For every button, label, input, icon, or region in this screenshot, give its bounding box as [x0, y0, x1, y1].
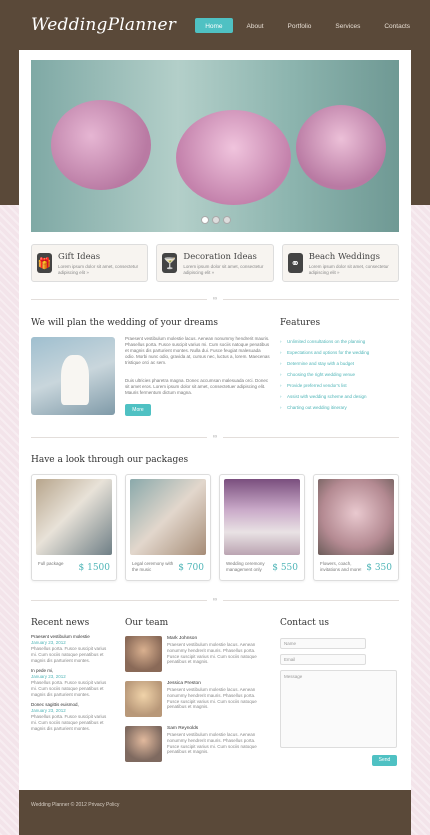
divider-ornament-icon: ∞: [207, 296, 223, 302]
package-photo: [224, 479, 300, 555]
name-field[interactable]: Name: [280, 638, 366, 649]
team-member: Mark Johnson Praesent vestibulum molesti…: [125, 636, 267, 681]
hero-slider: [31, 60, 399, 232]
news-item: Donec sagittis euismod, January 23, 2012…: [31, 702, 113, 732]
package-card[interactable]: Legal ceremony with the music $ 700: [125, 474, 211, 581]
features-heading: Features: [280, 318, 321, 328]
avatar: [125, 636, 162, 672]
package-price: $ 700: [178, 563, 204, 573]
team-member: Jessica Preston Praesent vestibulum mole…: [125, 681, 267, 726]
package-card[interactable]: Flowers, coach, invitations and more! $ …: [313, 474, 399, 581]
plan-heading: We will plan the wedding of your dreams: [31, 318, 218, 328]
news-text: Phasellus porta. Fusce suscipit varius m…: [31, 680, 107, 697]
logo[interactable]: WeddingPlanner: [31, 15, 176, 35]
feature-box-text: Lorem ipsum dolor sit amet, consectetur …: [183, 264, 264, 275]
member-bio: Praesent vestibulum molestie lacus. Aene…: [167, 687, 257, 710]
feature-box-text: Lorem ipsum dolor sit amet, consectetur …: [308, 264, 389, 275]
package-label: Wedding ceremony management only: [226, 561, 265, 572]
send-button[interactable]: Send: [372, 755, 397, 766]
feature-link[interactable]: Determine and stay with a budget: [280, 358, 405, 369]
bouquet-image: [296, 105, 386, 190]
feature-link[interactable]: Charting out wedding itinerary: [280, 402, 405, 413]
nav-services[interactable]: Services: [325, 18, 370, 33]
slider-pagination: [201, 216, 231, 224]
news-item: Praesent vestibulum molestie January 23,…: [31, 634, 113, 664]
member-bio: Praesent vestibulum molestie lacus. Aene…: [167, 642, 257, 665]
feature-box-title: Beach Weddings: [308, 252, 380, 262]
news-text: Phasellus porta. Fusce suscipit varius m…: [31, 646, 107, 663]
feature-box-text: Lorem ipsum dolor sit amet, consectetur …: [58, 264, 139, 275]
feature-box-beach-weddings[interactable]: ⚭ Beach Weddings Lorem ipsum dolor sit a…: [281, 244, 399, 282]
packages-grid: Full package $ 1500 Legal ceremony with …: [31, 474, 399, 581]
main-nav: Home About Portfolio Services Contacts: [195, 18, 420, 33]
rings-icon: ⚭: [287, 253, 303, 273]
packages-heading: Have a look through our packages: [31, 455, 189, 465]
plan-text-secondary: Duis ultricies pharetra magna. Donec acc…: [125, 378, 269, 395]
gift-icon: 🎁: [37, 253, 53, 273]
news-item: In pede mi, January 23, 2012 Phasellus p…: [31, 668, 113, 698]
feature-link[interactable]: Expectations and options for the wedding: [280, 347, 405, 358]
package-photo: [36, 479, 112, 555]
package-price: $ 1500: [78, 563, 111, 573]
news-heading: Recent news: [31, 618, 90, 628]
member-bio: Praesent vestibulum molestie lacus. Aene…: [167, 732, 257, 755]
more-button[interactable]: More: [125, 404, 151, 416]
team-list: Mark Johnson Praesent vestibulum molesti…: [125, 636, 267, 771]
feature-link[interactable]: Choosing the right wedding venue: [280, 369, 405, 380]
package-label: Full package: [38, 561, 64, 566]
avatar: [125, 726, 162, 762]
footer: Wedding Planner © 2012 Privacy Policy: [19, 790, 411, 835]
feature-box-title: Gift Ideas: [58, 252, 101, 262]
section-divider: ∞: [31, 597, 399, 603]
email-field[interactable]: Email: [280, 654, 366, 665]
package-photo: [130, 479, 206, 555]
feature-boxes: 🎁 Gift Ideas Lorem ipsum dolor sit amet,…: [31, 244, 399, 282]
contact-heading: Contact us: [280, 618, 330, 628]
bouquet-image: [176, 110, 291, 205]
plan-text: Praesent vestibulum molestie lacus. Aene…: [125, 336, 270, 365]
nav-about[interactable]: About: [237, 18, 274, 33]
slider-dot[interactable]: [212, 216, 220, 224]
nav-contacts[interactable]: Contacts: [374, 18, 420, 33]
nav-portfolio[interactable]: Portfolio: [278, 18, 322, 33]
team-member: Sam Reynolds Praesent vestibulum molesti…: [125, 726, 267, 771]
package-label: Legal ceremony with the music: [132, 561, 174, 572]
news-list: Praesent vestibulum molestie January 23,…: [31, 634, 113, 736]
slider-dot[interactable]: [223, 216, 231, 224]
package-card[interactable]: Full package $ 1500: [31, 474, 117, 581]
message-field[interactable]: Message: [280, 670, 397, 748]
feature-link[interactable]: Assist with wedding scheme and design: [280, 391, 405, 402]
package-price: $ 550: [272, 563, 298, 573]
avatar: [125, 681, 162, 717]
package-card[interactable]: Wedding ceremony management only $ 550: [219, 474, 305, 581]
couple-photo: [31, 337, 115, 415]
feature-box-title: Decoration Ideas: [183, 252, 257, 262]
feature-link[interactable]: Provide preferred vendor's list: [280, 380, 405, 391]
divider-ornament-icon: ∞: [207, 597, 223, 603]
feature-box-decoration-ideas[interactable]: 🍸 Decoration Ideas Lorem ipsum dolor sit…: [156, 244, 274, 282]
feature-link[interactable]: Unlimited consultations on the planning: [280, 336, 405, 347]
package-label: Flowers, coach, invitations and more!: [320, 561, 362, 572]
team-heading: Our team: [125, 618, 169, 628]
features-list: Unlimited consultations on the planning …: [280, 336, 405, 413]
package-price: $ 350: [366, 563, 392, 573]
slider-dot[interactable]: [201, 216, 209, 224]
divider-ornament-icon: ∞: [207, 434, 223, 440]
section-divider: ∞: [31, 434, 399, 440]
cocktail-glass-icon: 🍸: [162, 253, 178, 273]
feature-box-gift-ideas[interactable]: 🎁 Gift Ideas Lorem ipsum dolor sit amet,…: [31, 244, 149, 282]
nav-home[interactable]: Home: [195, 18, 233, 33]
news-text: Phasellus porta. Fusce suscipit varius m…: [31, 714, 107, 731]
section-divider: ∞: [31, 296, 399, 302]
bouquet-image: [51, 100, 151, 190]
footer-text: Wedding Planner © 2012 Privacy Policy: [31, 802, 120, 808]
package-photo: [318, 479, 394, 555]
